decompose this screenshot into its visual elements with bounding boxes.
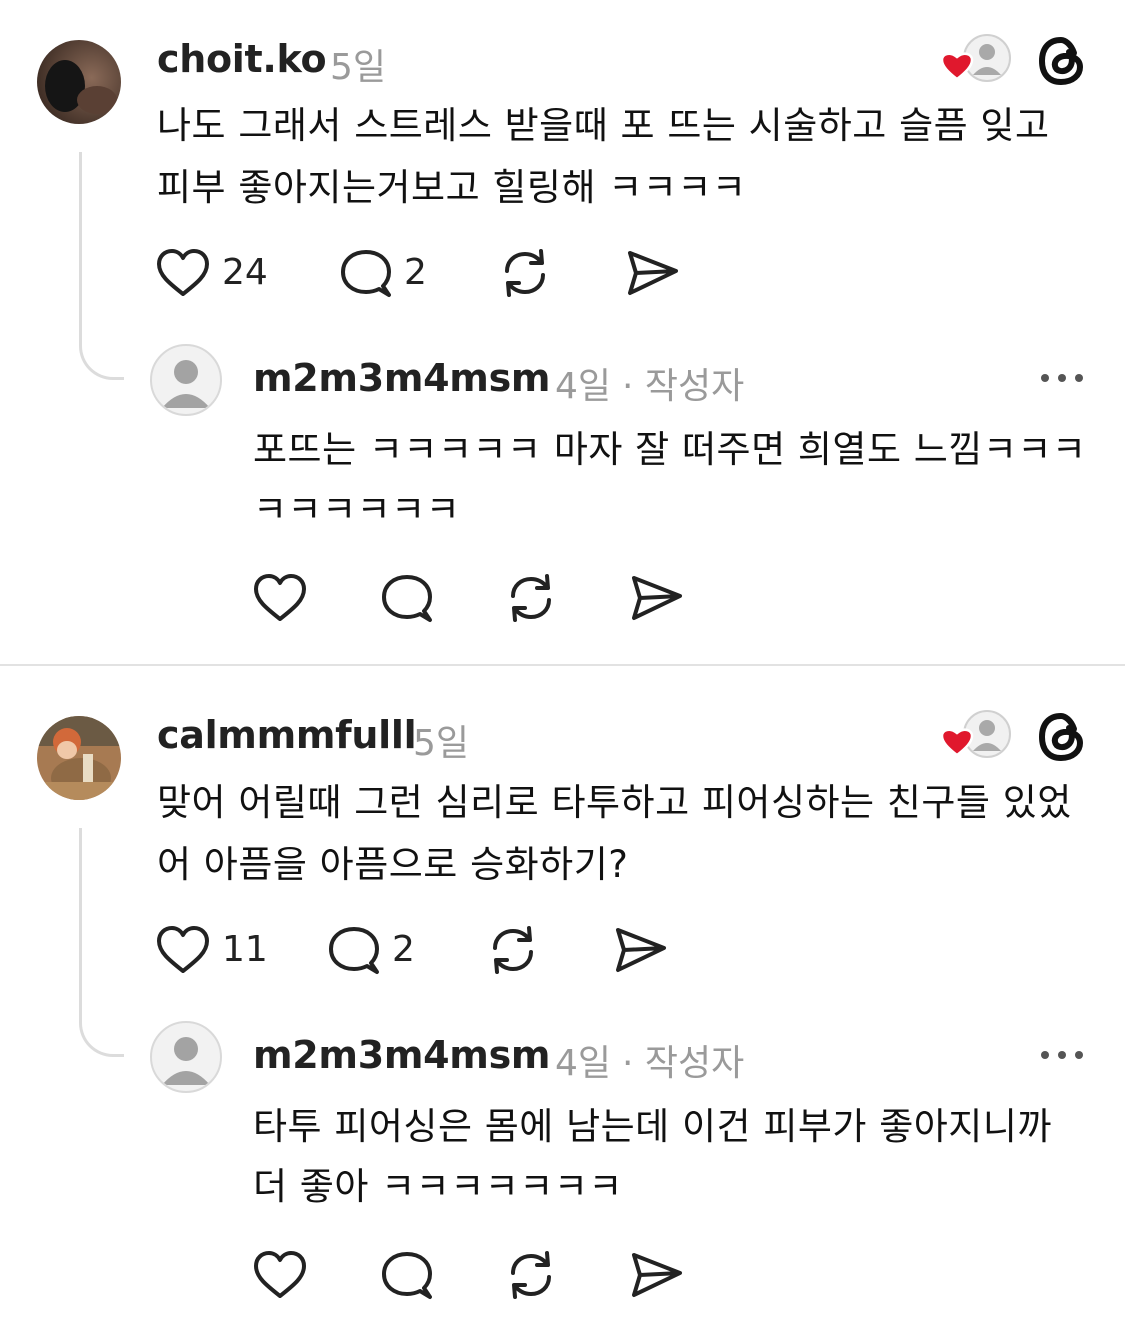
like-count: 11 <box>222 929 268 970</box>
repost-icon[interactable] <box>497 245 553 301</box>
reply-text: 타투 피어싱은 몸에 남는데 이건 피부가 좋아지니까 더 좋아 ㅋㅋㅋㅋㅋㅋㅋ <box>253 1105 1052 1208</box>
send-icon[interactable] <box>626 248 680 298</box>
send-icon[interactable] <box>614 925 668 975</box>
author-badge: · 작성자 <box>622 1043 745 1084</box>
comment-text: 나도 그래서 스트레스 받을때 포 뜨는 시술하고 슬픔 잊고 피부 좋아지는거… <box>157 104 1050 209</box>
avatar[interactable] <box>37 40 121 124</box>
threads-logo-icon[interactable] <box>1036 35 1088 87</box>
reply-count: 2 <box>404 252 427 293</box>
timestamp: 5일 <box>330 47 387 88</box>
heart-icon[interactable] <box>253 573 307 623</box>
threads-logo-icon[interactable] <box>1036 711 1088 763</box>
thread-connector-line <box>79 828 124 1057</box>
username[interactable]: m2m3m4msm <box>253 356 551 400</box>
author-liked-icon <box>940 709 1015 764</box>
reply-text: 포뜨는 ㅋㅋㅋㅋㅋ 마자 잘 떠주면 희열도 느낌ㅋㅋㅋㅋㅋㅋㅋㅋㅋ <box>253 428 1087 531</box>
thread-connector-line <box>79 152 124 380</box>
repost-icon[interactable] <box>503 570 559 626</box>
comment-bubble-icon[interactable] <box>327 925 381 977</box>
send-icon[interactable] <box>630 1250 684 1300</box>
like-count: 24 <box>222 252 268 293</box>
username[interactable]: choit.ko <box>157 37 327 81</box>
comment-bubble-icon[interactable] <box>380 1250 434 1302</box>
more-dots-icon[interactable] <box>1037 370 1087 386</box>
heart-icon[interactable] <box>156 248 210 298</box>
divider <box>0 664 1125 666</box>
timestamp: 5일 <box>413 723 470 764</box>
reply-count: 2 <box>392 929 415 970</box>
comment-text: 맞어 어릴때 그런 심리로 타투하고 피어싱하는 친구들 있었어 아픔을 아픔으… <box>157 781 1072 886</box>
timestamp: 4일 <box>555 366 612 407</box>
username[interactable]: m2m3m4msm <box>253 1033 551 1077</box>
repost-icon[interactable] <box>485 922 541 978</box>
avatar[interactable] <box>150 344 222 416</box>
comment-bubble-icon[interactable] <box>339 248 393 300</box>
avatar[interactable] <box>37 716 121 800</box>
send-icon[interactable] <box>630 573 684 623</box>
comment-bubble-icon[interactable] <box>380 573 434 625</box>
username[interactable]: calmmmfulll <box>157 713 417 757</box>
repost-icon[interactable] <box>503 1247 559 1303</box>
timestamp: 4일 <box>555 1043 612 1084</box>
heart-icon[interactable] <box>156 925 210 975</box>
heart-icon[interactable] <box>253 1250 307 1300</box>
author-liked-icon <box>940 33 1015 88</box>
more-dots-icon[interactable] <box>1037 1047 1087 1063</box>
author-badge: · 작성자 <box>622 366 745 407</box>
avatar[interactable] <box>150 1021 222 1093</box>
